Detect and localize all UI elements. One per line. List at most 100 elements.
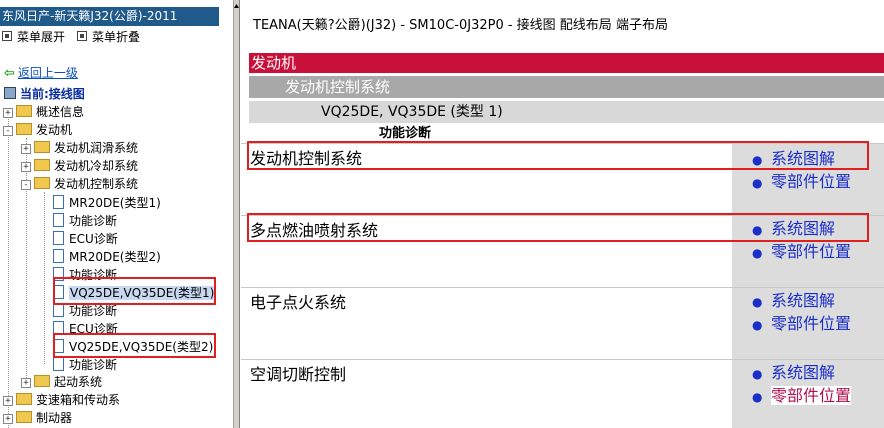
square-icon [77, 31, 87, 41]
back-link-label: 返回上一级 [17, 66, 78, 80]
tree-guide-line [8, 112, 9, 428]
bullet-icon: ● [752, 223, 763, 237]
system-row: 发动机控制系统 ● 系统图解 ● 零部件位置 [241, 143, 884, 216]
system-name: 多点燃油喷射系统 [250, 221, 379, 240]
expand-toggle-icon[interactable]: + [3, 414, 13, 424]
bullet-icon: ● [752, 153, 763, 167]
tree-item-label: MR20DE(类型2) [69, 250, 161, 264]
navigation-pane: 东风日产-新天籁J32(公爵)-2011 菜单展开 菜单折叠 ⇦ 返回上一级 当前… [0, 0, 233, 428]
document-icon [53, 213, 64, 227]
expand-toggle-icon[interactable]: + [21, 144, 31, 154]
model-label: VQ25DE, VQ35DE (类型 1) [321, 104, 503, 120]
tree-item-label: MR20DE(类型1) [69, 196, 161, 210]
system-diagram-link[interactable]: ● 系统图解 [752, 363, 835, 384]
component-location-link[interactable]: ● 零部件位置 [752, 386, 852, 407]
document-icon [53, 231, 64, 245]
back-link[interactable]: ⇦ 返回上一级 [4, 65, 78, 82]
tree-item-function-diagnosis[interactable]: 功能诊断 [53, 301, 117, 319]
system-name: 发动机控制系统 [250, 149, 363, 168]
tree-item-engine-control[interactable]: - 发动机控制系统 [21, 175, 138, 193]
app-title: 东风日产-新天籁J32(公爵)-2011 [0, 7, 219, 26]
folder-icon [34, 141, 50, 153]
tree-item-transmission[interactable]: + 变速箱和传动系 [3, 391, 120, 409]
system-row: 电子点火系统 ● 系统图解 ● 零部件位置 [241, 287, 884, 360]
bullet-icon: ● [752, 176, 763, 190]
collapse-toggle-icon[interactable]: - [3, 126, 13, 136]
tree-item-label: 变速箱和传动系 [36, 393, 121, 407]
document-icon [53, 303, 64, 317]
expand-toggle-icon[interactable]: + [3, 108, 13, 118]
tree-item-function-diagnosis[interactable]: 功能诊断 [53, 355, 117, 373]
subsection-label: 发动机控制系统 [285, 78, 391, 96]
tree-item-label: ECU诊断 [69, 232, 118, 246]
system-diagram-link[interactable]: ● 系统图解 [752, 149, 835, 170]
menu-expand-label: 菜单展开 [17, 30, 66, 44]
expand-toggle-icon[interactable]: + [21, 162, 31, 172]
system-links: ● 系统图解 ● 零部件位置 [732, 216, 884, 288]
tree-item-mr20de-type2[interactable]: MR20DE(类型2) [53, 247, 161, 265]
tree-item-label: VQ25DE,VQ35DE(类型1) [69, 286, 216, 300]
system-links: ● 系统图解 ● 零部件位置 [732, 360, 884, 428]
page-subtitle: 功能诊断 [379, 126, 432, 141]
component-location-link[interactable]: ● 零部件位置 [752, 314, 851, 335]
document-icon [53, 339, 64, 353]
tree-item-function-diagnosis[interactable]: 功能诊断 [53, 211, 117, 229]
square-icon [2, 31, 12, 41]
tree-item-starting-system[interactable]: + 起动系统 [21, 373, 102, 391]
subsection-band: 发动机控制系统 [249, 76, 884, 98]
tree-item-label: 发动机冷却系统 [54, 159, 139, 173]
bullet-icon: ● [752, 295, 763, 309]
system-diagram-link[interactable]: ● 系统图解 [752, 291, 835, 312]
system-diagram-link[interactable]: ● 系统图解 [752, 219, 835, 240]
component-location-link[interactable]: ● 零部件位置 [752, 172, 851, 193]
tree-item-overview[interactable]: + 概述信息 [3, 103, 84, 121]
current-location: 当前:接线图 [4, 86, 85, 102]
tree-item-label: 功能诊断 [69, 358, 118, 372]
tree-item-ecu-diagnosis[interactable]: ECU诊断 [53, 229, 118, 247]
computer-icon [4, 87, 16, 99]
tree-item-mr20de-type1[interactable]: MR20DE(类型1) [53, 193, 161, 211]
scroll-up-arrow-icon[interactable] [234, 2, 239, 12]
tree-item-engine-cooling[interactable]: + 发动机冷却系统 [21, 157, 138, 175]
tree-item-label: 功能诊断 [69, 214, 118, 228]
model-band: VQ25DE, VQ35DE (类型 1) [249, 101, 884, 123]
folder-icon [16, 411, 32, 423]
system-row: 空调切断控制 ● 系统图解 ● 零部件位置 [241, 359, 884, 428]
link-label: 系统图解 [771, 363, 836, 382]
menu-collapse-button[interactable]: 菜单折叠 [77, 29, 140, 45]
tree-item-label: 制动器 [36, 411, 73, 425]
tree-item-label: VQ25DE,VQ35DE(类型2) [69, 340, 214, 354]
system-links: ● 系统图解 ● 零部件位置 [732, 144, 884, 216]
tree-item-label: 功能诊断 [69, 304, 118, 318]
tree-item-function-diagnosis[interactable]: 功能诊断 [53, 265, 117, 283]
collapse-toggle-icon[interactable]: - [21, 180, 31, 190]
expand-toggle-icon[interactable]: + [21, 378, 31, 388]
tree-item-label: 发动机润滑系统 [54, 141, 139, 155]
tree-item-label: ECU诊断 [69, 322, 118, 336]
link-label: 零部件位置 [771, 386, 852, 405]
tree-item-vq25de-vq35de-type1[interactable]: VQ25DE,VQ35DE(类型1) [53, 283, 216, 301]
pane-splitter[interactable] [233, 0, 240, 428]
tree-item-label: 功能诊断 [69, 268, 118, 282]
component-location-link[interactable]: ● 零部件位置 [752, 242, 851, 263]
document-icon [53, 249, 64, 263]
menu-expand-button[interactable]: 菜单展开 [2, 29, 65, 45]
tree-item-label: 概述信息 [36, 105, 85, 119]
current-location-label: 当前:接线图 [20, 87, 85, 101]
tree-item-vq25de-vq35de-type2[interactable]: VQ25DE,VQ35DE(类型2) [53, 337, 213, 355]
content-pane: TEANA(天籁?公爵)(J32) - SM10C-0J32P0 - 接线图 配… [241, 0, 884, 428]
section-band: 发动机 [249, 53, 884, 73]
expand-toggle-icon[interactable]: + [3, 396, 13, 406]
tree-item-engine-lubrication[interactable]: + 发动机润滑系统 [21, 139, 138, 157]
system-name: 电子点火系统 [250, 293, 347, 312]
folder-icon [34, 375, 50, 387]
tree-item-brakes[interactable]: + 制动器 [3, 409, 72, 427]
link-label: 零部件位置 [771, 242, 852, 261]
tree-item-engine[interactable]: - 发动机 [3, 121, 72, 139]
tree-item-ecu-diagnosis[interactable]: ECU诊断 [53, 319, 118, 337]
bullet-icon: ● [752, 246, 763, 260]
link-label: 零部件位置 [771, 172, 852, 191]
document-icon [53, 267, 64, 281]
folder-icon [16, 393, 32, 405]
document-header: TEANA(天籁?公爵)(J32) - SM10C-0J32P0 - 接线图 配… [253, 18, 668, 33]
